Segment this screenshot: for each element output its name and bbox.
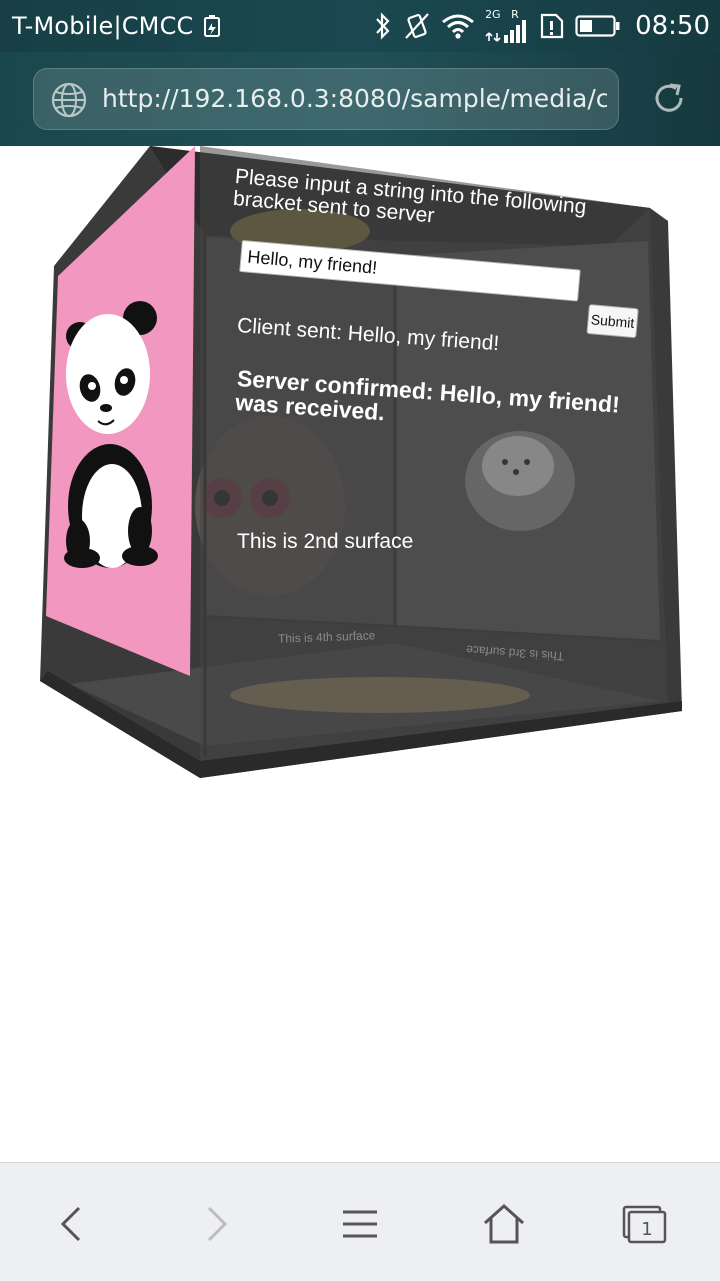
cube-scene: Please input a string into the following… xyxy=(0,146,720,806)
carrier-name: T-Mobile|CMCC xyxy=(12,12,194,40)
url-text[interactable]: http://192.168.0.3:8080/sample/media/c..… xyxy=(102,84,607,113)
home-icon xyxy=(483,1203,525,1244)
wifi-icon xyxy=(442,14,474,39)
signal-indicator: 2G R xyxy=(485,8,529,43)
sim-alert-icon xyxy=(540,13,564,39)
battery-saver-icon xyxy=(204,15,220,37)
forward-button[interactable] xyxy=(186,1199,246,1249)
signal-icon xyxy=(485,20,527,43)
forward-icon xyxy=(207,1206,228,1242)
browser-toolbar: http://192.168.0.3:8080/sample/media/c..… xyxy=(0,52,720,146)
bluetooth-icon xyxy=(376,12,390,40)
home-button[interactable] xyxy=(474,1199,534,1249)
tab-count: 1 xyxy=(641,1219,652,1240)
menu-icon xyxy=(343,1210,377,1238)
back-button[interactable] xyxy=(42,1199,102,1249)
tabs-icon: 1 xyxy=(622,1205,667,1244)
clock: 08:50 xyxy=(635,11,710,41)
bottom-navigation: 1 xyxy=(0,1162,720,1281)
battery-icon xyxy=(575,15,620,37)
address-bar[interactable]: http://192.168.0.3:8080/sample/media/c..… xyxy=(33,68,619,130)
status-bar: T-Mobile|CMCC 2G R 08:50 xyxy=(0,0,720,52)
globe-icon xyxy=(51,82,87,118)
back-icon xyxy=(60,1206,81,1242)
front-surface xyxy=(200,146,668,778)
reload-icon[interactable] xyxy=(650,79,688,117)
vibrate-icon xyxy=(405,13,429,39)
tabs-button[interactable]: 1 xyxy=(614,1199,674,1249)
menu-button[interactable] xyxy=(330,1199,390,1249)
cube-graphic xyxy=(40,146,682,778)
submit-button[interactable]: Submit xyxy=(586,304,639,339)
